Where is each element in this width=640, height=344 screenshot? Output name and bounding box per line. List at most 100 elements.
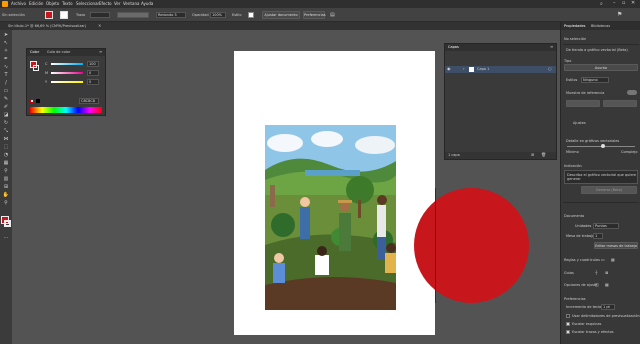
type-tool-icon[interactable]: T: [2, 72, 10, 78]
fill-swatch[interactable]: [45, 11, 53, 19]
rotate-tool-icon[interactable]: ↻: [2, 120, 10, 126]
artboard-field[interactable]: 1: [593, 233, 603, 239]
styles-dropdown[interactable]: Ninguno: [581, 77, 609, 83]
reference-upload-button[interactable]: [566, 100, 600, 107]
eyedropper-tool-icon[interactable]: ⚲: [2, 168, 10, 174]
tab-color-guide[interactable]: Guía de color: [47, 50, 70, 54]
scale-strokes-checkbox[interactable]: [566, 330, 570, 334]
maximize-icon[interactable]: ▫: [622, 0, 625, 6]
menu-seleccionar[interactable]: Seleccionar: [76, 1, 99, 6]
menu-ver[interactable]: Ver: [114, 1, 121, 6]
grid-icon[interactable]: ▦: [611, 257, 615, 262]
m-slider[interactable]: [51, 72, 83, 74]
reference-select-button[interactable]: [603, 100, 637, 107]
layer-target-icon[interactable]: ○: [548, 66, 552, 71]
lock-guides-icon[interactable]: ⊠: [605, 270, 608, 275]
curvature-tool-icon[interactable]: ∿: [2, 64, 10, 70]
graph-tool-icon[interactable]: ▥: [2, 176, 10, 182]
tab-libraries[interactable]: Bibliotecas: [591, 24, 610, 28]
menu-efecto[interactable]: Efecto: [99, 1, 112, 6]
type-dropdown[interactable]: Asunto: [564, 64, 638, 71]
preferences-button[interactable]: Preferencias: [303, 11, 326, 19]
menu-ventana[interactable]: Ventana: [123, 1, 139, 6]
snap-grid-icon[interactable]: ▦: [605, 282, 609, 287]
hand-tool-icon[interactable]: ✋: [2, 192, 10, 198]
placed-illustration[interactable]: [265, 125, 396, 310]
width-tool-icon[interactable]: ⋈: [2, 136, 10, 142]
m-value-field[interactable]: 0: [87, 70, 99, 76]
tab-properties[interactable]: Propiedades: [564, 24, 585, 28]
tab-color[interactable]: Color: [30, 50, 39, 54]
rectangle-tool-icon[interactable]: ▭: [2, 88, 10, 94]
scale-tool-icon[interactable]: ⤡: [2, 128, 10, 134]
menu-ayuda[interactable]: Ayuda: [141, 1, 153, 6]
stroke-weight-field[interactable]: [90, 12, 110, 18]
paintbrush-tool-icon[interactable]: ✎: [2, 96, 10, 102]
minimize-icon[interactable]: –: [613, 0, 616, 6]
free-transform-icon[interactable]: ⬚: [2, 144, 10, 150]
menu-archivo[interactable]: Archivo: [11, 1, 26, 6]
reference-toggle[interactable]: [627, 90, 637, 95]
guides-icon[interactable]: ┼: [595, 270, 597, 275]
hex-field[interactable]: C8C8C8: [79, 98, 99, 104]
stroke-preview-swatch[interactable]: [33, 65, 39, 71]
c-slider[interactable]: [51, 63, 83, 65]
document-tab[interactable]: Sin título-1* @ 66,69 % (CMYK/Previsuali…: [8, 24, 86, 28]
prompt-textarea[interactable]: Describa el gráfico vectorial que quiere…: [564, 170, 638, 184]
color-spectrum[interactable]: [30, 107, 102, 113]
selection-tool-icon[interactable]: ➤: [2, 32, 10, 38]
arrange-icon[interactable]: ▤: [330, 12, 335, 18]
panel-menu-icon[interactable]: ≡: [99, 49, 102, 54]
edit-toolbar-icon[interactable]: ⋯: [2, 235, 10, 241]
tab-layers[interactable]: Capas: [448, 45, 459, 49]
variable-width-field[interactable]: [117, 12, 149, 18]
delete-layer-icon[interactable]: 🗑: [541, 152, 546, 157]
c-label: C: [45, 62, 48, 66]
scale-corners-checkbox[interactable]: [566, 322, 570, 326]
expand-chevron-icon[interactable]: ›: [463, 66, 465, 71]
brush-style-field[interactable]: Redondo 5: [156, 12, 186, 18]
eraser-tool-icon[interactable]: ◪: [2, 112, 10, 118]
pen-tool-icon[interactable]: ✒: [2, 56, 10, 62]
keyboard-increment-field[interactable]: 1 pt: [601, 304, 615, 310]
preview-bounds-checkbox[interactable]: [566, 314, 570, 318]
close-icon[interactable]: ✕: [631, 0, 635, 6]
artboard-tool-icon[interactable]: ⊞: [2, 184, 10, 190]
shaper-tool-icon[interactable]: ✐: [2, 104, 10, 110]
ruler-icon[interactable]: ▭: [601, 257, 605, 262]
menu-edicion[interactable]: Edición: [29, 1, 43, 6]
selected-circle-shape[interactable]: [414, 188, 529, 303]
direct-selection-tool-icon[interactable]: ↖: [2, 40, 10, 46]
new-layer-icon[interactable]: ⊞: [531, 152, 534, 157]
search-icon[interactable]: ⌕: [600, 1, 603, 7]
black-swatch[interactable]: [36, 99, 40, 103]
none-swatch[interactable]: [30, 99, 34, 103]
document-setup-button[interactable]: Ajustar documento: [262, 11, 300, 19]
c-value-field[interactable]: 100: [87, 61, 99, 67]
generate-button[interactable]: Generar (Beta): [581, 186, 637, 194]
edit-artboards-button[interactable]: Editar mesas de trabajo: [594, 242, 638, 249]
layer-name[interactable]: Capa 1: [477, 67, 489, 71]
zoom-tool-icon[interactable]: ⚲: [2, 200, 10, 206]
magic-wand-icon[interactable]: ✧: [2, 48, 10, 54]
layer-row[interactable]: ◉ › Capa 1 ○: [445, 66, 556, 73]
y-slider[interactable]: [51, 81, 83, 83]
line-tool-icon[interactable]: /: [2, 80, 10, 86]
stroke-color-swatch[interactable]: [4, 220, 11, 227]
panel-menu-icon[interactable]: ≡: [550, 44, 553, 49]
share-icon[interactable]: ⚑: [617, 11, 622, 18]
graphic-style-swatch[interactable]: [248, 12, 254, 18]
units-dropdown[interactable]: Puntos: [593, 223, 619, 229]
shape-builder-icon[interactable]: ◔: [2, 152, 10, 158]
settings-label: Ajustes: [573, 121, 586, 125]
gradient-tool-icon[interactable]: ▦: [2, 160, 10, 166]
opacity-field[interactable]: 100%: [210, 12, 226, 18]
stroke-swatch[interactable]: [60, 11, 68, 19]
y-value-field[interactable]: 0: [87, 79, 99, 85]
snap-point-icon[interactable]: ◰: [595, 282, 599, 287]
menu-texto[interactable]: Texto: [62, 1, 73, 6]
visibility-eye-icon[interactable]: ◉: [447, 66, 451, 71]
detail-slider-handle[interactable]: [601, 144, 605, 148]
menu-objeto[interactable]: Objeto: [46, 1, 59, 6]
close-tab-icon[interactable]: ✕: [98, 23, 101, 28]
